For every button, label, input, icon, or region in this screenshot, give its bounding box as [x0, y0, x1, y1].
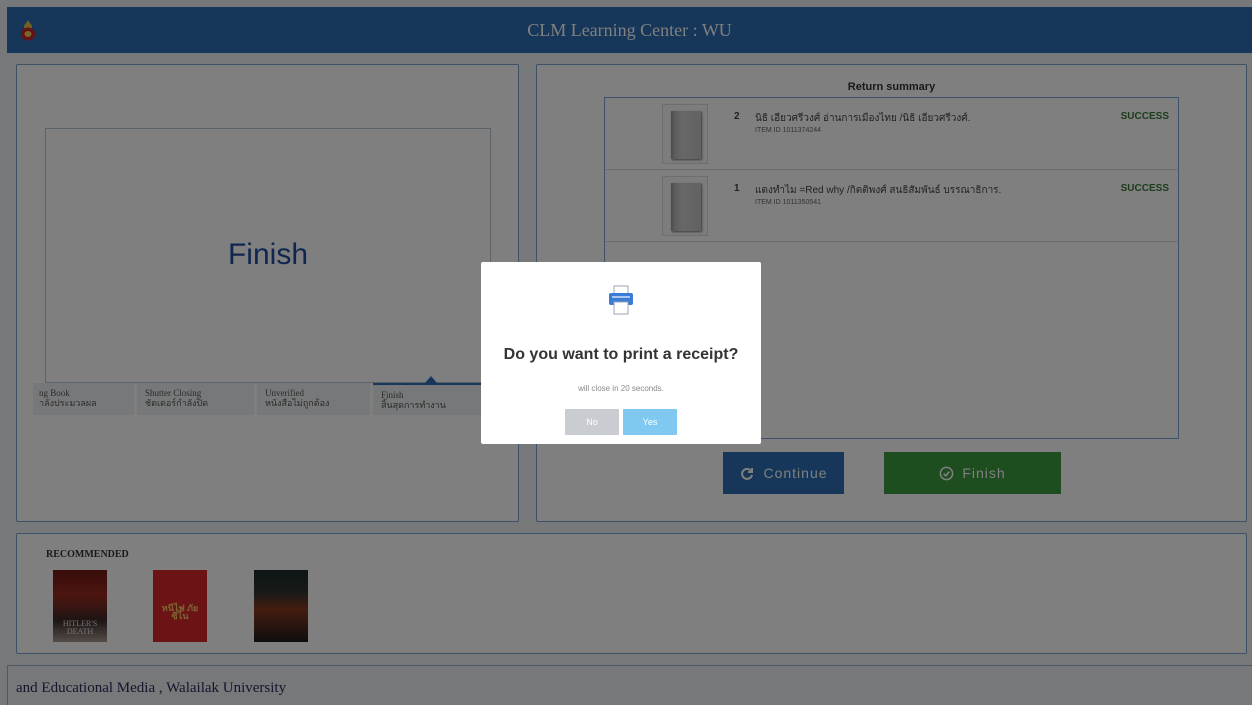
yes-button[interactable]: Yes	[623, 409, 677, 435]
print-receipt-dialog: Do you want to print a receipt? will clo…	[481, 262, 761, 444]
no-button[interactable]: No	[565, 409, 619, 435]
dialog-countdown: will close in 20 seconds.	[578, 384, 664, 393]
printer-icon	[609, 285, 633, 315]
dialog-question: Do you want to print a receipt?	[503, 346, 739, 363]
